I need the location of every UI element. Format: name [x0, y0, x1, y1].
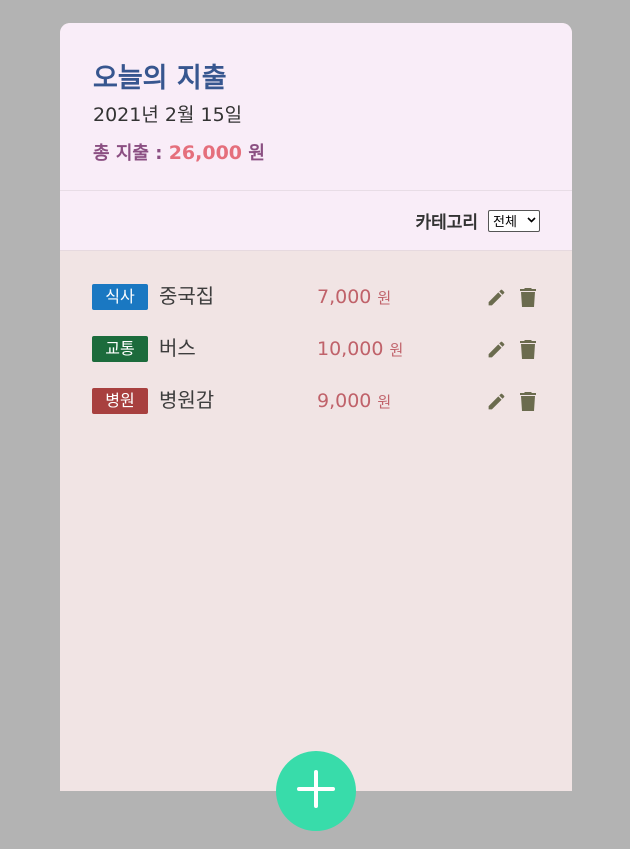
expense-place: 중국집 — [159, 284, 215, 308]
expense-amount-unit: 원 — [377, 289, 392, 307]
expense-card: 오늘의 지출 2021년 2월 15일 총 지출 : 26,000 원 카테고리… — [60, 23, 572, 791]
category-filter-bar: 카테고리 전체 — [60, 191, 572, 251]
pencil-icon[interactable] — [485, 389, 507, 413]
expense-row: 병원 병원감 9,000 원 — [60, 375, 572, 427]
category-badge: 식사 — [92, 284, 148, 310]
pencil-icon[interactable] — [485, 337, 507, 361]
category-badge: 교통 — [92, 336, 148, 362]
chevron-down-icon — [527, 215, 536, 226]
expense-row: 식사 중국집 7,000 원 — [60, 271, 572, 323]
expense-amount-unit: 원 — [377, 393, 392, 411]
date-label: 2021년 2월 15일 — [93, 104, 243, 126]
total-unit: 원 — [248, 143, 265, 164]
expense-row: 교통 버스 10,000 원 — [60, 323, 572, 375]
expense-place: 병원감 — [159, 388, 215, 412]
trash-icon[interactable] — [517, 389, 539, 413]
page-title: 오늘의 지출 — [93, 63, 227, 94]
total-summary: 총 지출 : 26,000 원 — [93, 140, 539, 167]
expense-place: 버스 — [159, 336, 196, 360]
expense-amount: 10,000 원 — [317, 335, 403, 364]
expense-amount: 7,000 원 — [317, 283, 391, 312]
expense-amount-value: 9,000 — [317, 390, 372, 412]
header: 오늘의 지출 2021년 2월 15일 총 지출 : 26,000 원 — [60, 23, 572, 191]
category-select-value: 전체 — [493, 215, 517, 230]
trash-icon[interactable] — [517, 337, 539, 361]
expense-list: 식사 중국집 7,000 원 교통 버스 10,000 원 병원 병원감 9,0… — [60, 251, 572, 427]
total-label: 총 지출 : — [93, 143, 163, 164]
plus-icon — [296, 769, 336, 813]
category-select[interactable]: 전체 — [488, 209, 540, 232]
trash-icon[interactable] — [517, 285, 539, 309]
expense-amount: 9,000 원 — [317, 387, 391, 416]
expense-amount-unit: 원 — [389, 341, 404, 359]
category-badge: 병원 — [92, 388, 148, 414]
add-expense-button[interactable] — [276, 751, 356, 831]
total-amount: 26,000 — [168, 142, 243, 164]
category-filter-label: 카테고리 — [415, 213, 478, 233]
expense-amount-value: 7,000 — [317, 286, 372, 308]
expense-amount-value: 10,000 — [317, 338, 384, 360]
pencil-icon[interactable] — [485, 285, 507, 309]
